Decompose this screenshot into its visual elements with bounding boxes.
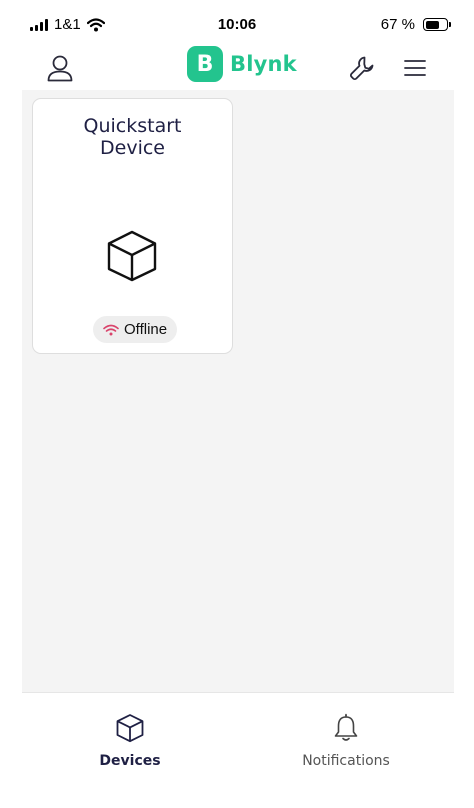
device-status-text: Offline	[124, 321, 168, 338]
user-icon	[47, 55, 73, 82]
hamburger-menu-icon	[404, 60, 426, 76]
battery-percentage: 67 %	[380, 16, 415, 33]
tab-notifications[interactable]: Notifications	[238, 693, 454, 793]
logo-mark: B	[187, 46, 223, 82]
app-header: B Blynk	[0, 46, 474, 90]
bell-icon	[334, 713, 358, 741]
status-bar: 1&1 10:06 67 %	[0, 0, 474, 46]
bottom-navigation: Devices Notifications	[22, 692, 454, 802]
cube-icon	[107, 230, 157, 282]
device-name: Quickstart Device	[83, 115, 182, 159]
wrench-icon	[349, 56, 374, 81]
battery-icon	[423, 18, 451, 31]
battery-fill	[425, 20, 439, 29]
tab-notifications-label: Notifications	[302, 753, 390, 769]
brand-name: Blynk	[230, 52, 297, 76]
settings-button[interactable]	[344, 50, 380, 86]
status-right: 67 %	[380, 16, 451, 33]
device-list: Quickstart Device Offline	[22, 90, 454, 692]
cube-icon	[116, 714, 144, 743]
app-screen: 1&1 10:06 67 % B Blynk Quickstart Device…	[0, 0, 474, 808]
home-indicator-area	[0, 802, 474, 808]
tab-devices-label: Devices	[99, 753, 161, 769]
tab-devices[interactable]: Devices	[22, 693, 238, 793]
blynk-logo: B Blynk	[187, 46, 297, 82]
wifi-icon	[103, 324, 119, 335]
menu-button[interactable]	[397, 50, 433, 86]
device-status-badge: Offline	[93, 316, 178, 343]
device-card[interactable]: Quickstart Device Offline	[32, 98, 233, 354]
profile-button[interactable]	[42, 50, 78, 86]
